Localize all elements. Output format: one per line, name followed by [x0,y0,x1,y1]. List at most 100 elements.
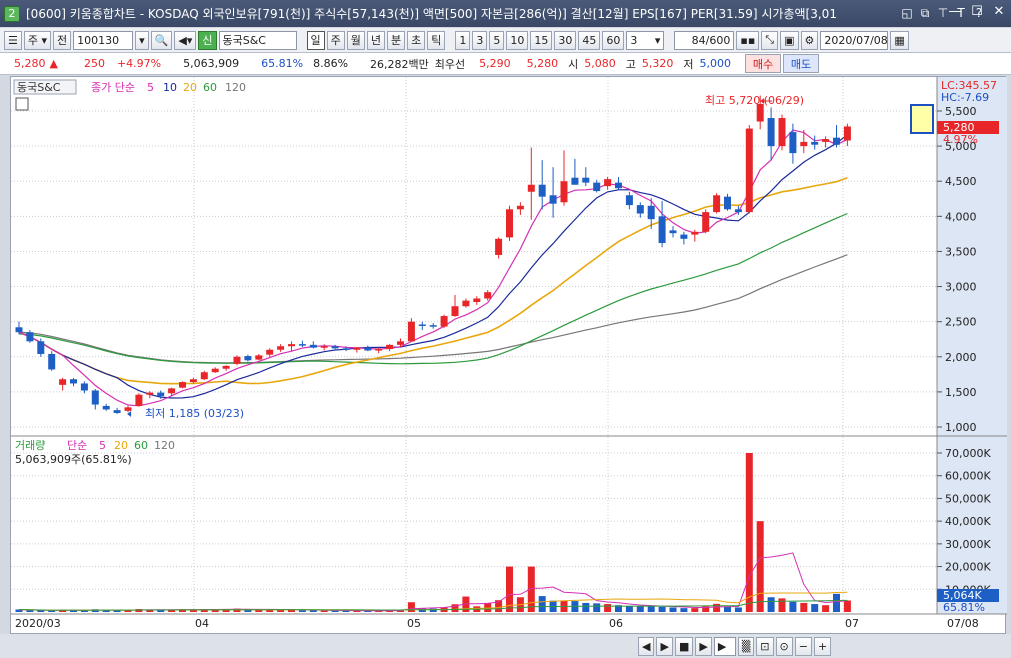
volume-bar [745,453,753,612]
candle-body [200,372,208,380]
candle-body [843,126,851,141]
interval-3[interactable]: 3 [472,30,488,50]
custom-interval-select[interactable]: 3 ▾ [626,30,665,50]
restore-layout-icon[interactable]: ◱ [900,6,914,21]
candle-body [429,325,437,327]
gear-icon[interactable]: ⚙ [800,30,819,50]
volume-bar [113,610,121,612]
new-badge[interactable]: 신 [198,30,217,50]
period-select[interactable]: 주 ▾ [23,30,52,50]
price-axis-label: 4,000 [945,210,977,223]
candle-body [80,383,88,391]
pattern-icon[interactable]: ▒ [737,636,755,656]
period-tab-day[interactable]: 일 [306,30,325,50]
sell-button[interactable]: 매도 [783,54,820,73]
zoom-reset-icon[interactable]: ⊙ [775,636,793,656]
period-tab-week[interactable]: 주 [326,30,345,50]
close-button[interactable]: ✕ [991,4,1007,20]
zoom-out-button[interactable]: − [794,636,812,656]
candle-body [636,205,644,214]
zoom-in-button[interactable]: + [813,636,832,656]
volume-bar [647,606,655,612]
period-tab-second[interactable]: 초 [407,30,426,50]
chart-area[interactable]: 5,500 5,000 4,500 4,000 3,500 3,000 2,500 2,000… [10,76,1007,635]
price-axis-label: 2,500 [945,316,977,329]
scroll-stop-button[interactable]: ■ [674,636,694,656]
minimize-button[interactable]: — [947,4,963,20]
volume-axis-label: 20,000K [945,561,991,574]
stock-code-input[interactable]: 100130 [73,30,134,50]
x-label-07-08: 07/08 [947,617,979,630]
interval-30[interactable]: 30 [554,30,577,50]
candle-body [822,139,830,142]
volume-bar [756,521,764,612]
period-tab-tick[interactable]: 틱 [427,30,446,50]
scroll-position-input[interactable]: ▶ [713,636,736,656]
candle-body [157,392,165,397]
candle-body [189,379,197,383]
quote-bar: 5,280 ▲ 250 +4.97% 5,063,909 65.81% 8.86… [0,53,1011,75]
buy-button[interactable]: 매수 [745,54,782,73]
volume-bar [691,608,699,612]
candle-body [397,341,404,345]
candle-body [625,195,633,206]
data-count-input[interactable]: 84/600 [674,30,735,50]
settings-list-button[interactable]: ☰ [4,30,22,50]
interval-5[interactable]: 5 [489,30,505,50]
search-icon[interactable]: 🔍 [150,30,173,50]
trade-amount: 26,282백만 [370,57,429,71]
date-input[interactable]: 2020/07/08 [820,30,889,50]
price-change: 250 [83,57,105,70]
volume-legend-ma: 단순 [67,439,87,452]
period-tab-year[interactable]: 년 [366,30,385,50]
bid-price: 5,290 [479,57,511,70]
scroll-play-button[interactable]: ▶ [656,636,673,656]
candle-body [549,195,557,204]
price-axis-label: 2,000 [945,351,977,364]
interval-60[interactable]: 60 [602,30,625,50]
candle-body [527,184,535,192]
candle-body [484,292,492,299]
save-icon[interactable]: ▣ [780,30,799,50]
code-dropdown-button[interactable]: ▾ [135,30,149,50]
max-price-annotation: 최고 5,720 (06/29) [705,94,804,107]
volume-bar [37,610,45,612]
calendar-icon[interactable]: ▦ [890,30,909,50]
scroll-prev-button[interactable]: ◀ [638,636,655,656]
interval-45[interactable]: 45 [578,30,601,50]
candle-body [571,177,579,185]
volume-axis-label: 50,000K [945,492,991,505]
candle-body [506,209,513,238]
volume-bar [822,605,830,612]
stock-name-field[interactable]: 동국S&C [218,30,297,50]
interval-15[interactable]: 15 [530,30,553,50]
candle-body [778,118,786,147]
interval-1[interactable]: 1 [455,30,471,50]
calculator-icon[interactable] [15,97,29,111]
legend-ma-label: 종가 단순 [91,81,135,94]
speaker-icon[interactable]: ◀▾ [174,30,197,50]
scale-icon[interactable]: ⤡ [761,30,779,50]
link-icon[interactable]: ⧉ [918,6,932,21]
high-price: 5,320 [641,57,674,70]
chart-svg[interactable]: 5,5005,0004,5004,0003,5003,0002,5002,000… [11,77,1007,635]
prev-button[interactable]: 전 [53,30,72,50]
scroll-next-button[interactable]: ▶ [695,636,712,656]
x-label-2020-03: 2020/03 [15,617,61,630]
candle-body [418,324,426,326]
candle-body [604,179,612,187]
interval-10[interactable]: 10 [506,30,529,50]
candle-body [91,390,99,405]
zoom-fit-icon[interactable]: ⊡ [756,636,774,656]
period-tab-minute[interactable]: 분 [387,30,406,50]
chart-config-icon[interactable]: ▪▪ [736,30,760,50]
volume-axis-label: 40,000K [945,515,991,528]
volume-bar [593,603,601,612]
candle-body [266,349,274,355]
turnover-rate: 8.86% [313,57,349,70]
candle-body [342,348,350,350]
period-tab-month[interactable]: 월 [346,30,365,50]
price-axis-label: 1,500 [945,386,977,399]
volume-ratio: 65.81% [261,57,304,70]
maximize-button[interactable]: ☐ [969,4,985,20]
